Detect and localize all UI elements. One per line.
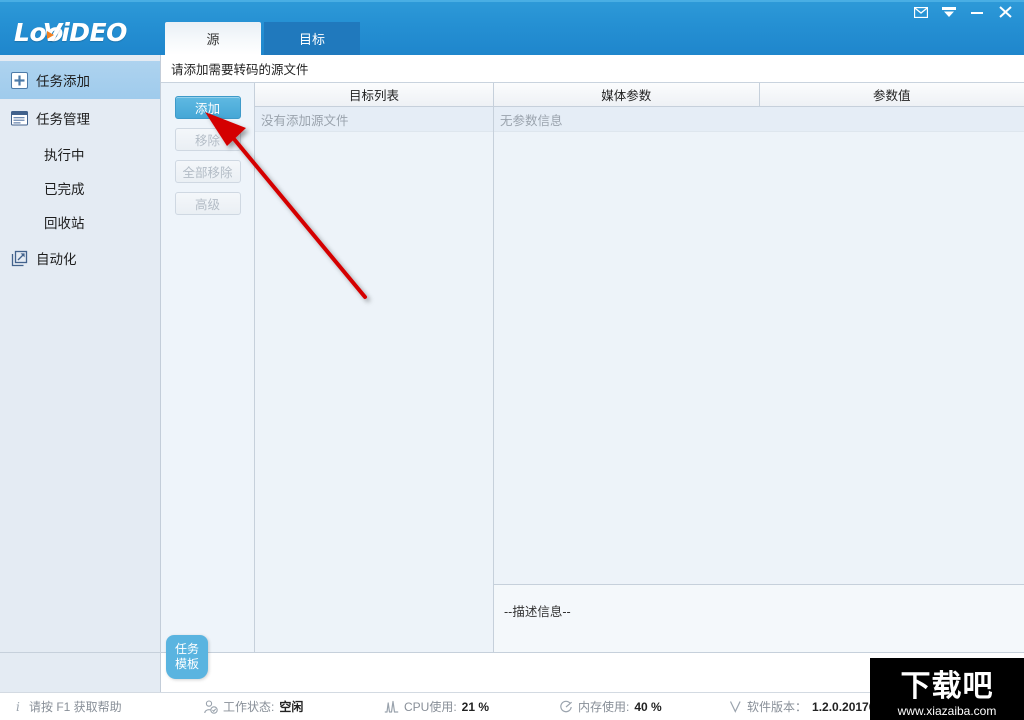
footer-sidebar-filler (0, 653, 161, 692)
media-params-empty-space (494, 132, 1024, 584)
sidebar-item-task-add-label: 任务添加 (36, 74, 90, 89)
table-row[interactable]: 无参数信息 (494, 107, 1024, 132)
app-logo: LooViDEO (14, 18, 127, 47)
site-watermark: 下载吧 www.xiazaiba.com (870, 658, 1024, 720)
tab-source-label: 源 (206, 32, 220, 47)
status-work-state: 工作状态: 空闲 (190, 698, 370, 715)
titlebar-accent-line (0, 0, 1024, 2)
status-version-label: 软件版本： (747, 700, 808, 714)
user-status-icon (204, 699, 218, 714)
status-memory: 内存使用: 40 % (545, 698, 715, 715)
description-text: --描述信息-- (504, 605, 571, 619)
target-list-rows: 没有添加源文件 (255, 107, 493, 652)
export-icon (10, 249, 28, 267)
empty-params-message: 无参数信息 (500, 113, 563, 128)
target-list-pane: 目标列表 没有添加源文件 (255, 83, 494, 652)
hint-bar: 请添加需要转码的源文件 (161, 55, 1024, 83)
watermark-text: 下载吧 (900, 669, 994, 704)
media-params-rows: 无参数信息 (494, 107, 1024, 584)
sidebar-item-automation-label: 自动化 (36, 252, 77, 267)
add-button-label: 添加 (194, 102, 220, 116)
target-list-empty-space (255, 132, 493, 652)
sidebar-item-recycle-bin[interactable]: 回收站 (0, 205, 160, 239)
work-area: 添加 移除 全部移除 高级 目标列表 没有添加源文件 媒体参数 参数值 无参数信… (161, 83, 1024, 652)
sidebar-item-automation[interactable]: 自动化 (0, 239, 160, 277)
column-header-target-list-label: 目标列表 (348, 89, 399, 103)
advanced-button-label: 高级 (194, 198, 220, 212)
plus-box-icon (10, 71, 28, 89)
title-bar: LooViDEO 源 目标 (0, 0, 1024, 55)
minimize-icon[interactable] (964, 2, 990, 22)
empty-source-message: 没有添加源文件 (261, 113, 349, 128)
column-header-target-list[interactable]: 目标列表 (255, 83, 493, 107)
tab-target-label: 目标 (298, 32, 325, 47)
tab-bar: 源 目标 (165, 22, 360, 55)
window-controls (908, 2, 1018, 22)
remove-all-button[interactable]: 全部移除 (174, 160, 241, 183)
column-header-media-params[interactable]: 媒体参数 (494, 83, 760, 107)
sidebar-item-task-add[interactable]: 任务添加 (0, 61, 160, 99)
status-work-label: 工作状态: (223, 700, 275, 714)
task-template-tab[interactable]: 任务 模板 (166, 635, 208, 679)
column-header-media-params-label: 媒体参数 (601, 89, 652, 103)
tab-target[interactable]: 目标 (264, 22, 360, 55)
window-body: 任务添加 任务管理 执行中 已完成 回收站 自动化 请添加需要转码的源文件 添加… (0, 55, 1024, 652)
status-help-label: 请按 F1 获取帮助 (29, 700, 122, 714)
play-triangle-icon (46, 31, 54, 39)
main-content: 请添加需要转码的源文件 添加 移除 全部移除 高级 目标列表 没有添加源文件 媒… (161, 55, 1024, 652)
add-button[interactable]: 添加 (174, 96, 241, 119)
cpu-chart-icon (384, 700, 399, 713)
watermark-url: www.xiazaiba.com (897, 704, 997, 718)
status-cpu-label: CPU使用: (404, 700, 457, 714)
remove-button[interactable]: 移除 (174, 128, 241, 151)
info-icon: i (14, 700, 24, 713)
column-header-param-value-label: 参数值 (872, 89, 911, 103)
memory-gauge-icon (559, 700, 573, 714)
advanced-button[interactable]: 高级 (174, 192, 241, 215)
tab-source[interactable]: 源 (165, 22, 261, 55)
column-header-param-value[interactable]: 参数值 (759, 83, 1024, 107)
sidebar-item-running[interactable]: 执行中 (0, 137, 160, 171)
mail-icon[interactable] (908, 2, 934, 22)
action-button-column: 添加 移除 全部移除 高级 (161, 83, 255, 652)
application-window: LooViDEO 源 目标 任务添加 任务管理 执行中 已完成 回收站 自动化 … (0, 0, 1024, 720)
collapse-icon[interactable] (936, 2, 962, 22)
media-params-pane: 媒体参数 参数值 无参数信息 --描述信息-- (494, 83, 1024, 652)
media-params-header-row: 媒体参数 参数值 (494, 83, 1024, 107)
status-cpu: CPU使用: 21 % (370, 698, 545, 715)
task-template-tab-label: 任务 模板 (174, 642, 199, 671)
logo-text-part1: L (14, 18, 30, 47)
sidebar-item-running-label: 执行中 (44, 148, 85, 163)
sidebar: 任务添加 任务管理 执行中 已完成 回收站 自动化 (0, 55, 161, 652)
sidebar-item-task-manage[interactable]: 任务管理 (0, 99, 160, 137)
close-icon[interactable] (992, 2, 1018, 22)
status-cpu-value: 21 % (461, 699, 490, 714)
svg-text:i: i (16, 700, 20, 713)
window-icon (10, 109, 28, 127)
logo-text-part3: ViDEO (42, 18, 128, 47)
table-row[interactable]: 没有添加源文件 (255, 107, 493, 132)
tables-area: 目标列表 没有添加源文件 媒体参数 参数值 无参数信息 --描述信息-- (255, 83, 1024, 652)
status-work-value: 空闲 (279, 700, 304, 714)
sidebar-item-recycle-bin-label: 回收站 (44, 216, 85, 231)
status-help: i 请按 F1 获取帮助 (0, 698, 190, 715)
sidebar-item-completed[interactable]: 已完成 (0, 171, 160, 205)
description-box: --描述信息-- (494, 584, 1024, 652)
sidebar-item-task-manage-label: 任务管理 (36, 112, 90, 127)
version-icon (729, 700, 742, 713)
hint-text: 请添加需要转码的源文件 (171, 63, 309, 77)
remove-all-button-label: 全部移除 (182, 166, 233, 180)
remove-button-label: 移除 (194, 134, 220, 148)
sidebar-item-completed-label: 已完成 (44, 182, 85, 197)
status-memory-label: 内存使用: (578, 700, 630, 714)
status-memory-value: 40 % (634, 699, 662, 714)
